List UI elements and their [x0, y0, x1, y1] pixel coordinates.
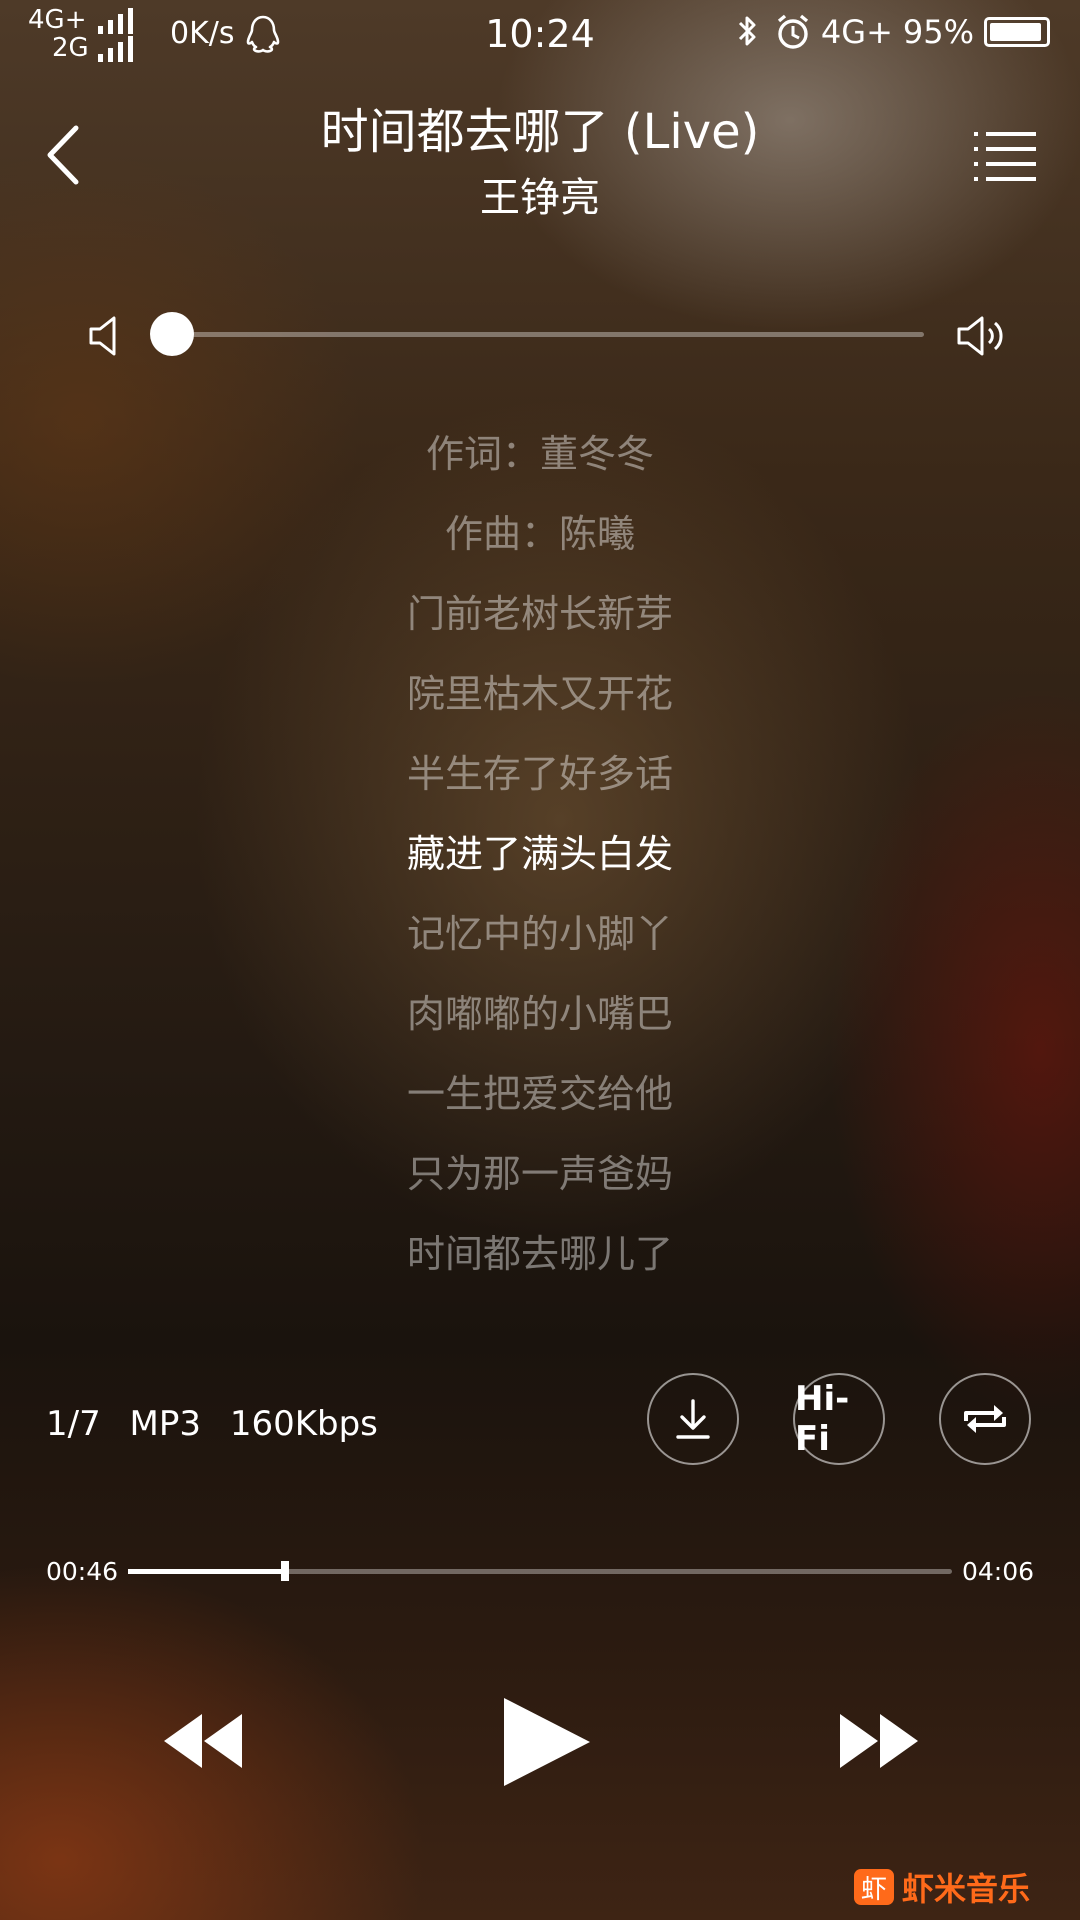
- lyric-line: 院里枯木又开花: [406, 672, 673, 716]
- lyric-line: 作曲：陈曦: [444, 512, 635, 556]
- download-button[interactable]: [647, 1373, 739, 1465]
- lyric-line: 肉嘟嘟的小嘴巴: [406, 992, 673, 1036]
- track-bitrate: 160Kbps: [229, 1404, 378, 1444]
- playlist-icon[interactable]: [974, 130, 1036, 182]
- lyrics-panel[interactable]: 作词：董冬冬 作曲：陈曦 门前老树长新芽 院里枯木又开花 半生存了好多话 藏进了…: [0, 425, 1080, 1305]
- status-right: 4G+ 95%: [729, 12, 1050, 52]
- track-format: MP3: [129, 1404, 202, 1444]
- hifi-button[interactable]: Hi-Fi: [793, 1373, 885, 1465]
- battery-icon: [984, 17, 1050, 47]
- brand-name: 虾米音乐: [901, 1870, 1030, 1908]
- bluetooth-icon: [738, 16, 756, 46]
- lyric-line: 时间都去哪儿了: [406, 1232, 673, 1276]
- xiami-logo-icon: 虾: [853, 1869, 894, 1905]
- lyric-line-active: 藏进了满头白发: [406, 832, 673, 876]
- fast-forward-icon: [840, 1714, 878, 1768]
- volume-slider[interactable]: [150, 312, 924, 356]
- repeat-button[interactable]: [939, 1373, 1031, 1465]
- track-position: 1/7: [46, 1404, 101, 1444]
- seek-bar-thumb[interactable]: [280, 1561, 289, 1581]
- lyric-line: 记忆中的小脚丫: [406, 912, 673, 956]
- seek-bar[interactable]: [128, 1561, 952, 1581]
- lyric-line: 门前老树长新芽: [406, 592, 673, 636]
- previous-button[interactable]: [160, 1712, 246, 1770]
- lyric-line: 作词：董冬冬: [425, 432, 654, 476]
- brand-logo: 虾 虾米音乐: [853, 1864, 1030, 1910]
- artist-name[interactable]: 王铮亮: [0, 165, 1080, 223]
- track-info: 1/7 MP3 160Kbps: [46, 1404, 396, 1444]
- network-type-right: 4G+: [820, 13, 893, 51]
- battery-fill: [990, 23, 1041, 41]
- play-icon: [504, 1698, 590, 1786]
- current-time: 00:46: [46, 1557, 119, 1586]
- lyric-line: 半生存了好多话: [406, 752, 673, 796]
- song-title: 时间都去哪了 (Live): [320, 104, 760, 160]
- play-button[interactable]: [500, 1696, 592, 1788]
- lyric-line: 一生把爱交给他: [406, 1072, 673, 1116]
- volume-high-icon[interactable]: [956, 314, 1006, 358]
- alarm-icon: [777, 14, 808, 49]
- download-icon: [676, 1399, 710, 1439]
- rewind-icon: [164, 1714, 202, 1768]
- total-time: 04:06: [961, 1557, 1034, 1586]
- lyric-line: 只为那一声爸妈: [406, 1152, 673, 1196]
- status-bar: 4G+ 2G 0K/s 10:24 4G+ 95%: [0, 0, 1080, 70]
- battery-percent: 95%: [902, 13, 974, 51]
- volume-slider-thumb[interactable]: [150, 312, 194, 356]
- volume-low-icon[interactable]: [88, 314, 128, 358]
- repeat-icon: [964, 1405, 1006, 1433]
- seek-bar-fill: [128, 1569, 285, 1574]
- next-button[interactable]: [836, 1712, 922, 1770]
